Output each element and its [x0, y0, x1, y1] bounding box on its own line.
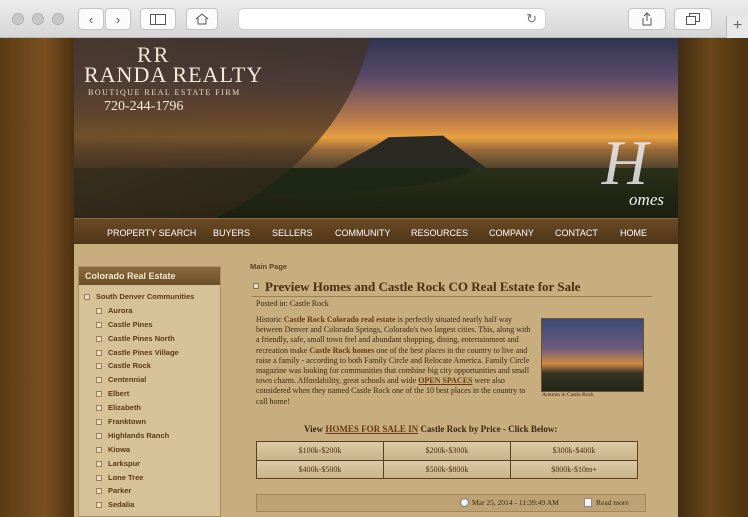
sidebar-item-castle-pines-village[interactable]: Castle Pines Village: [79, 346, 220, 360]
browser-toolbar: ‹ › ↻ +: [0, 0, 748, 38]
bullet-icon: [96, 405, 102, 412]
sidebar-list: South Denver Communities Aurora Castle P…: [79, 285, 220, 512]
price-300k-400k[interactable]: $300k-$400k: [511, 442, 637, 460]
page-title: Preview Homes and Castle Rock CO Real Es…: [265, 279, 581, 294]
phone-number: 720-244-1796: [104, 99, 184, 114]
title-divider: [252, 296, 652, 297]
bullet-icon: [96, 321, 102, 328]
nav-contact[interactable]: CONTACT: [555, 228, 598, 238]
sidebar-item-parker[interactable]: Parker: [79, 484, 220, 498]
bullet-icon: [96, 377, 102, 384]
price-500k-800k[interactable]: $500k-$800k: [384, 460, 510, 478]
nav-company[interactable]: COMPANY: [489, 228, 534, 238]
sidebar-item-aurora[interactable]: Aurora: [79, 304, 220, 318]
chevron-left-icon: ‹: [88, 11, 94, 27]
clock-icon: [460, 498, 469, 507]
posted-in: Posted in: Castle Rock: [256, 299, 329, 308]
homes-script-word: omes: [629, 190, 664, 209]
bullet-icon: [96, 446, 102, 453]
bullet-icon: [96, 307, 102, 314]
home-button[interactable]: [186, 8, 218, 30]
header-banner: RR RANDA REALTY BOUTIQUE REAL ESTATE FIR…: [74, 38, 678, 218]
bullet-icon: [96, 502, 102, 509]
back-button[interactable]: ‹: [78, 8, 104, 30]
bullet-icon: [96, 419, 102, 426]
home-icon: [195, 13, 209, 25]
article-body: Historic Castle Rock Colorado real estat…: [256, 315, 531, 406]
sidebar-item-elizabeth[interactable]: Elizabeth: [79, 401, 220, 415]
nav-buyers[interactable]: BUYERS: [213, 228, 250, 238]
document-icon: [584, 498, 592, 507]
bullet-icon: [96, 391, 102, 398]
bullet-icon: [96, 363, 102, 370]
tabs-button[interactable]: [674, 8, 712, 30]
new-tab-button[interactable]: +: [726, 16, 748, 38]
bullet-icon: [96, 488, 102, 495]
castle-rock-real-estate-link[interactable]: Castle Rock Colorado real estate: [284, 315, 396, 324]
sidebar-item-franktown[interactable]: Franktown: [79, 415, 220, 429]
bullet-icon: [96, 432, 102, 439]
sidebar-item-sedalia[interactable]: Sedalia: [79, 498, 220, 512]
homes-for-sale-link[interactable]: HOMES FOR SALE IN: [325, 424, 418, 434]
minimize-window-button[interactable]: [32, 13, 44, 25]
bullet-icon: [96, 349, 102, 356]
breadcrumb[interactable]: Main Page: [250, 262, 287, 271]
nav-sellers[interactable]: SELLERS: [272, 228, 313, 238]
price-400k-500k[interactable]: $400k-$500k: [257, 460, 383, 478]
close-window-button[interactable]: [12, 13, 24, 25]
bullet-icon: [96, 474, 102, 481]
price-range-grid: $100k-$200k $200k-$300k $300k-$400k $400…: [256, 441, 638, 479]
bullet-icon: [96, 460, 102, 467]
view-by-price-heading: View HOMES FOR SALE IN Castle Rock by Pr…: [304, 424, 558, 434]
nav-community[interactable]: COMMUNITY: [335, 228, 391, 238]
bullet-icon: [84, 294, 90, 300]
nav-resources[interactable]: RESOURCES: [411, 228, 468, 238]
title-bullet-icon: [253, 283, 259, 289]
price-100k-200k[interactable]: $100k-$200k: [257, 442, 383, 460]
sidebar-item-lone-tree[interactable]: Lone Tree: [79, 471, 220, 485]
forward-button[interactable]: ›: [105, 8, 131, 30]
logo-tagline: BOUTIQUE REAL ESTATE FIRM: [88, 88, 241, 97]
logo-wordmark[interactable]: RANDA REALTY: [84, 62, 263, 88]
castle-rock-homes-link[interactable]: Castle Rock homes: [309, 346, 374, 355]
photo-caption: Autumn in Castle Rock: [542, 392, 594, 398]
sidebar-item-highlands-ranch[interactable]: Highlands Ranch: [79, 429, 220, 443]
share-button[interactable]: [628, 8, 666, 30]
open-spaces-link[interactable]: OPEN SPACES: [418, 376, 472, 385]
sidebar-heading: Colorado Real Estate: [79, 267, 220, 285]
reload-icon[interactable]: ↻: [526, 11, 537, 27]
autumn-photo: [541, 318, 644, 392]
address-bar[interactable]: ↻: [238, 8, 546, 30]
sidebar: Colorado Real Estate South Denver Commun…: [78, 266, 221, 517]
sidebar-item-kiowa[interactable]: Kiowa: [79, 443, 220, 457]
share-icon: [642, 12, 652, 26]
chevron-right-icon: ›: [115, 11, 121, 27]
sidebar-toggle-button[interactable]: [140, 8, 176, 30]
sidebar-item-elbert[interactable]: Elbert: [79, 387, 220, 401]
sidebar-item-castle-pines-north[interactable]: Castle Pines North: [79, 332, 220, 346]
sidebar-icon: [150, 13, 166, 25]
sidebar-item-larkspur[interactable]: Larkspur: [79, 457, 220, 471]
nav-property-search[interactable]: PROPERTY SEARCH: [107, 228, 196, 238]
main-nav: PROPERTY SEARCH BUYERS SELLERS COMMUNITY…: [74, 218, 678, 244]
sidebar-item-castle-rock[interactable]: Castle Rock: [79, 359, 220, 373]
bullet-icon: [96, 335, 102, 342]
price-200k-300k[interactable]: $200k-$300k: [384, 442, 510, 460]
nav-home[interactable]: HOME: [620, 228, 647, 238]
homes-script-initial: H: [601, 127, 648, 198]
tabs-icon: [686, 13, 700, 25]
sidebar-item-centennial[interactable]: Centennial: [79, 373, 220, 387]
zoom-window-button[interactable]: [52, 13, 64, 25]
post-date: Mar 25, 2014 - 11:39:49 AM: [472, 498, 559, 507]
price-800k-10m[interactable]: $800k-$10m+: [511, 460, 637, 478]
sidebar-item-castle-pines[interactable]: Castle Pines: [79, 318, 220, 332]
sidebar-item-south-denver[interactable]: South Denver Communities: [79, 290, 220, 304]
read-more-link[interactable]: Read more: [596, 498, 629, 507]
